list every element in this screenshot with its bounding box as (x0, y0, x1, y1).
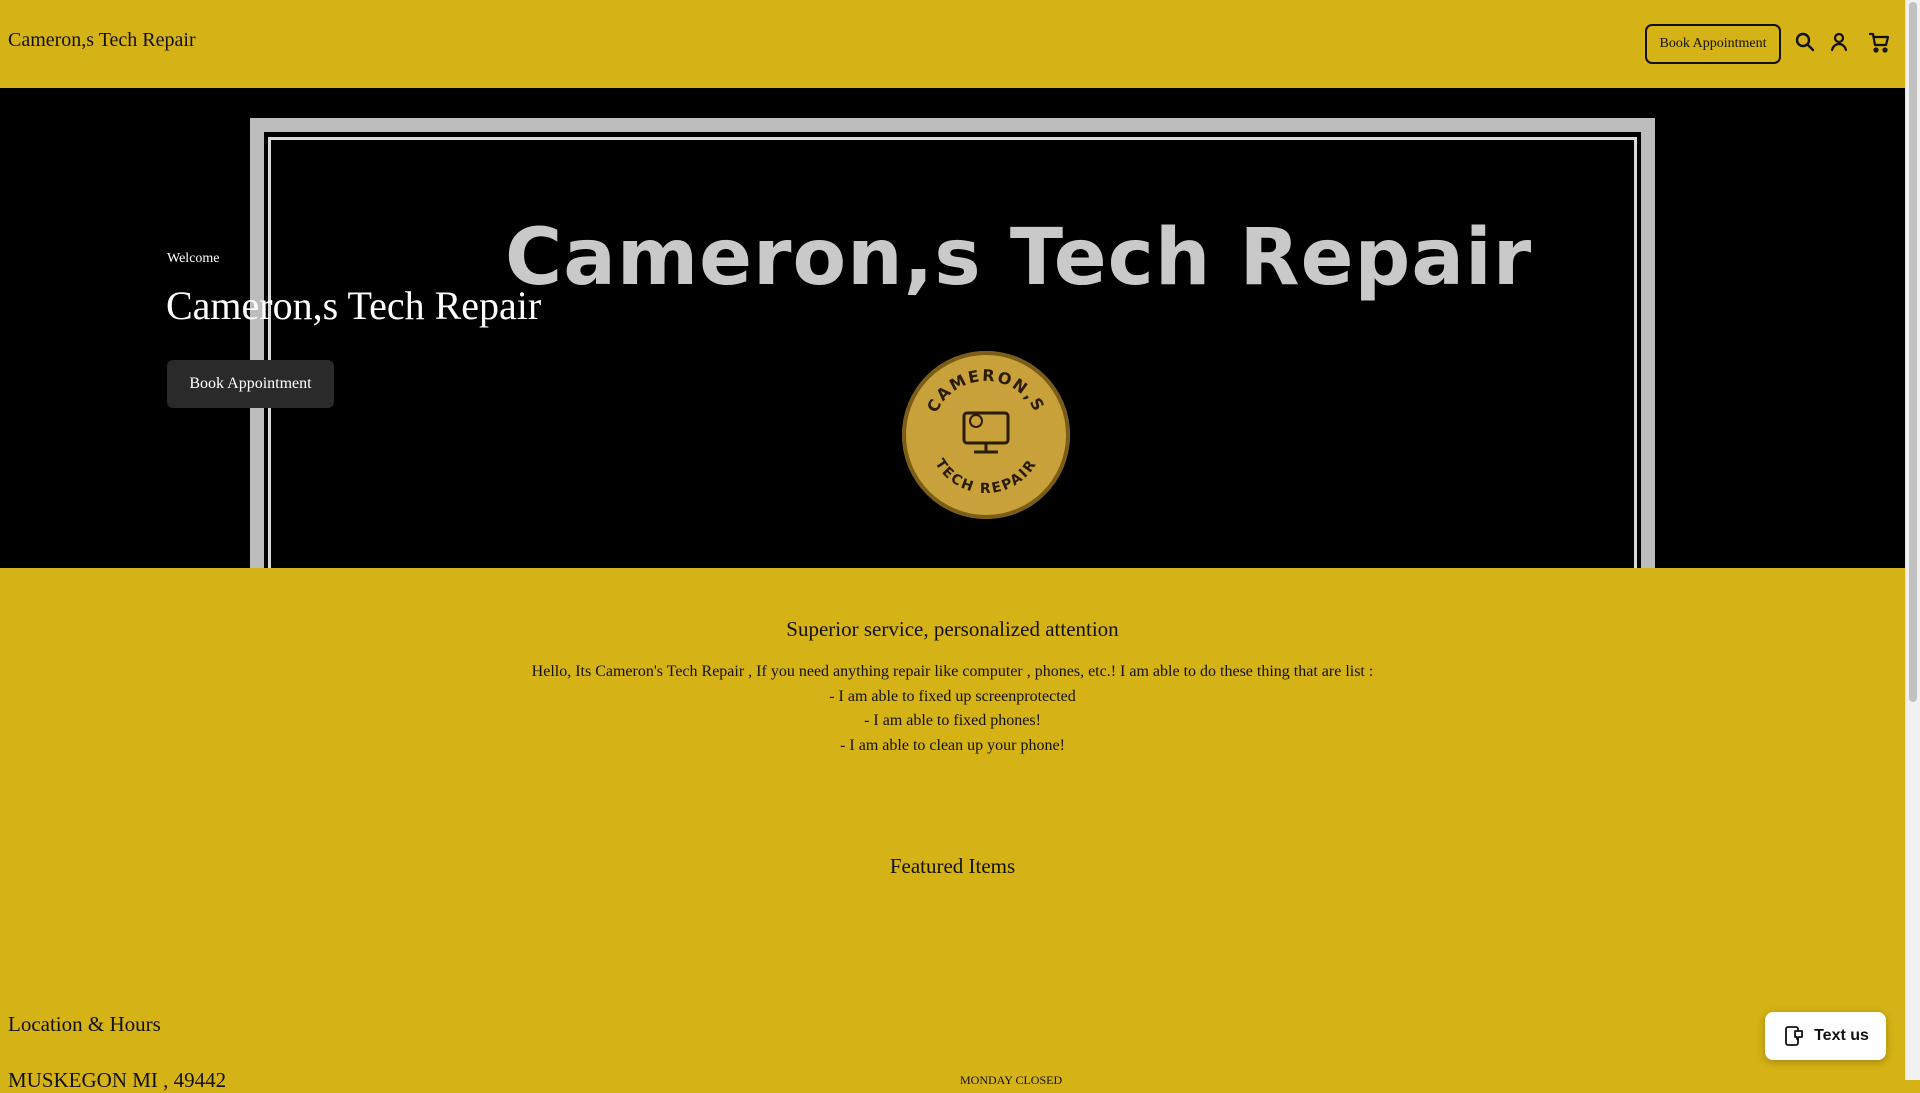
scrollbar-thumb[interactable] (1909, 2, 1917, 702)
about-body: Hello, Its Cameron's Tech Repair , If yo… (0, 660, 1905, 758)
hero-image-logo-text: Cameron,s Tech Repair (505, 213, 1533, 303)
hero-eyebrow: Welcome (167, 251, 220, 266)
about-line: - I am able to fixed up screenprotected (829, 687, 1076, 705)
page: Cameron,s Tech Repair Book Appointment C… (0, 0, 1905, 1092)
text-us-button[interactable]: Text us (1765, 1012, 1886, 1060)
badge-top-text: CAMERON,S (923, 366, 1047, 416)
account-icon[interactable] (1827, 30, 1851, 54)
vertical-scrollbar[interactable] (1905, 0, 1920, 1080)
location-heading: Location & Hours (8, 1012, 161, 1036)
location-hours: MONDAY CLOSED (960, 1073, 1063, 1087)
cart-icon[interactable] (1867, 30, 1891, 54)
about-line: - I am able to fixed phones! (864, 712, 1041, 729)
site-brand[interactable]: Cameron,s Tech Repair (8, 29, 196, 52)
location-address: MUSKEGON MI , 49442 (8, 1068, 227, 1092)
book-appointment-button[interactable]: Book Appointment (1645, 24, 1781, 64)
svg-text:CAMERON,S: CAMERON,S (923, 366, 1049, 416)
badge-bottom-text: TECH REPAIR (932, 456, 1039, 497)
site-header: Cameron,s Tech Repair Book Appointment (0, 0, 1905, 88)
svg-text:TECH REPAIR: TECH REPAIR (932, 456, 1041, 497)
monitor-icon (962, 411, 1010, 454)
about-line: Hello, Its Cameron's Tech Repair , If yo… (531, 663, 1374, 680)
featured-heading: Featured Items (889, 854, 1016, 878)
text-us-label: Text us (1814, 1027, 1869, 1044)
phone-message-icon (1785, 1026, 1803, 1046)
hero-title: Cameron,s Tech Repair (166, 283, 542, 328)
hero-logo-badge: CAMERON,S TECH REPAIR (902, 351, 1070, 519)
about-heading: Superior service, personalized attention (786, 617, 1119, 641)
hero-banner: Cameron,s Tech Repair CAMERON,S TECH REP… (0, 88, 1905, 568)
search-icon[interactable] (1793, 30, 1817, 54)
hero-book-appointment-button[interactable]: Book Appointment (167, 360, 334, 408)
about-line: - I am able to clean up your phone! (840, 736, 1065, 754)
